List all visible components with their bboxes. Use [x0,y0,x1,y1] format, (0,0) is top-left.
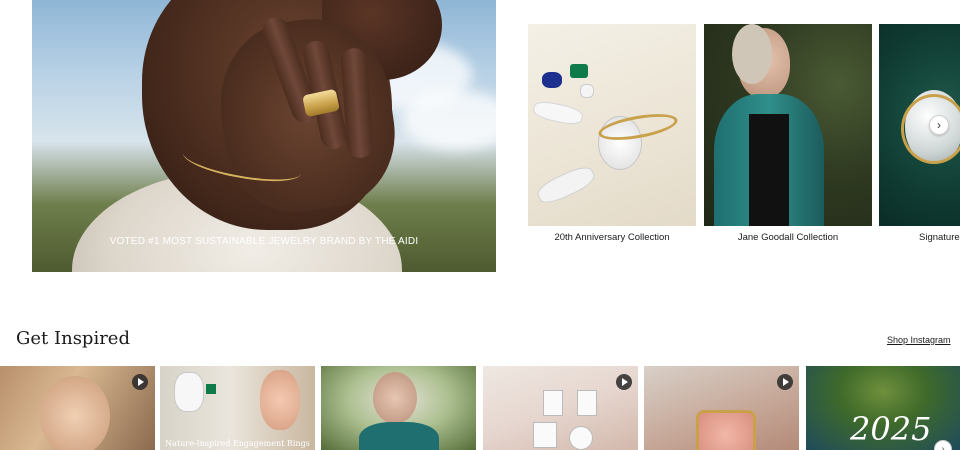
collection-card-goodall[interactable]: Jane Goodall Collection [704,24,872,243]
hero-caption: VOTED #1 MOST SUSTAINABLE JEWELRY BRAND … [109,236,419,247]
diamond-gem [577,390,597,416]
diamond-gem [569,426,593,450]
tile-caption: 2025 [850,410,932,448]
portrait-sweater [749,114,789,226]
play-icon [132,374,148,390]
emerald-gem [206,384,216,394]
collection-image [528,24,696,226]
tile-photo [40,376,110,450]
inspiration-tile[interactable] [483,366,638,450]
tile-scarf [359,422,439,450]
tile-hand [260,370,300,430]
tile-photo [174,372,204,412]
tile-caption: Nature-Inspired Engagement Rings [165,439,310,448]
cloud-shape [402,90,496,150]
collections-carousel: 20th Anniversary Collection Jane Goodall… [528,24,960,254]
portrait-hair [732,24,772,84]
inspiration-tile[interactable] [644,366,799,450]
sapphire-gem [542,72,562,88]
inspiration-tile[interactable]: Nature-Inspired Engagement Rings [160,366,315,450]
collection-label: 20th Anniversary Collection [554,232,670,243]
diamond-gem [534,162,598,208]
play-icon [777,374,793,390]
carousel-next-button[interactable]: › [929,115,949,135]
collection-label: Jane Goodall Collection [737,232,839,243]
diamond-gem [543,390,563,416]
chevron-right-icon[interactable]: › [934,440,952,450]
tile-photo [373,372,417,424]
inspiration-tile[interactable] [321,366,476,450]
diamond-gem [531,98,585,128]
shop-instagram-link[interactable]: Shop Instagram [887,335,951,345]
diamond-gem [580,84,594,98]
emerald-gem [570,64,588,78]
collection-card-anniversary[interactable]: 20th Anniversary Collection [528,24,696,243]
section-title: Get Inspired [16,328,130,349]
play-icon [616,374,632,390]
collection-image [704,24,872,226]
chevron-right-icon: › [937,118,941,132]
pink-diamond-ring [696,410,756,450]
collection-card-signature[interactable]: Signature [879,24,960,243]
inspiration-tile[interactable] [0,366,155,450]
hero-banner[interactable]: VOTED #1 MOST SUSTAINABLE JEWELRY BRAND … [32,0,496,272]
inspiration-tile[interactable]: 2025 › [806,366,960,450]
collection-label: Signature [919,232,960,243]
diamond-gem [533,422,557,448]
